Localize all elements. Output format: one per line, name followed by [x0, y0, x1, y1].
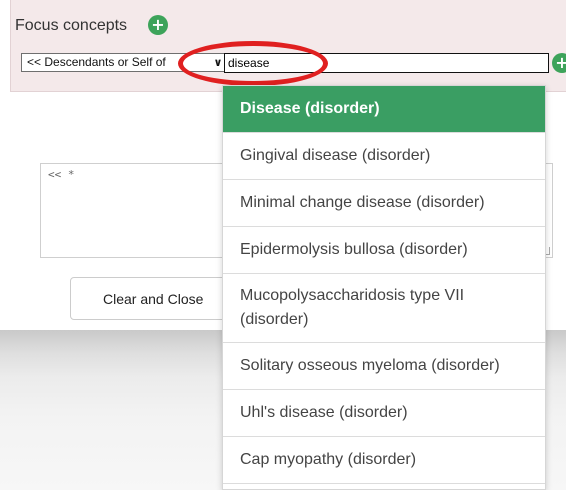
dropdown-item[interactable]: Disease (disorder) — [223, 86, 545, 133]
expression-value: << * — [48, 168, 75, 181]
focus-concepts-panel: Focus concepts + << Descendants or Self … — [10, 0, 566, 92]
constraint-operator-select[interactable]: << Descendants or Self of ∨ — [21, 53, 229, 72]
clear-and-close-button[interactable]: Clear and Close — [70, 277, 245, 320]
plus-circle-icon[interactable]: + — [148, 15, 168, 35]
dropdown-item[interactable]: Uhl's disease (disorder) — [223, 390, 545, 437]
dropdown-item[interactable]: Cap myopathy (disorder) — [223, 437, 545, 484]
dropdown-item[interactable]: Gingival disease (disorder) — [223, 133, 545, 180]
dropdown-item[interactable]: Solitary osseous myeloma (disorder) — [223, 343, 545, 390]
autocomplete-dropdown: Disease (disorder) Gingival disease (dis… — [222, 85, 546, 490]
concept-search-input[interactable] — [224, 53, 549, 73]
focus-concepts-title: Focus concepts — [15, 17, 128, 34]
add-concept-icon[interactable]: + — [552, 53, 566, 73]
dropdown-item[interactable]: Minimal change disease (disorder) — [223, 180, 545, 227]
constraint-operator-value: << Descendants or Self of — [27, 55, 166, 69]
dropdown-item[interactable]: Epidermolysis bullosa (disorder) — [223, 227, 545, 274]
dropdown-item[interactable]: Mucopolysaccharidosis type VII (disorder… — [223, 274, 545, 343]
app-stage: Focus concepts + << Descendants or Self … — [0, 0, 566, 490]
